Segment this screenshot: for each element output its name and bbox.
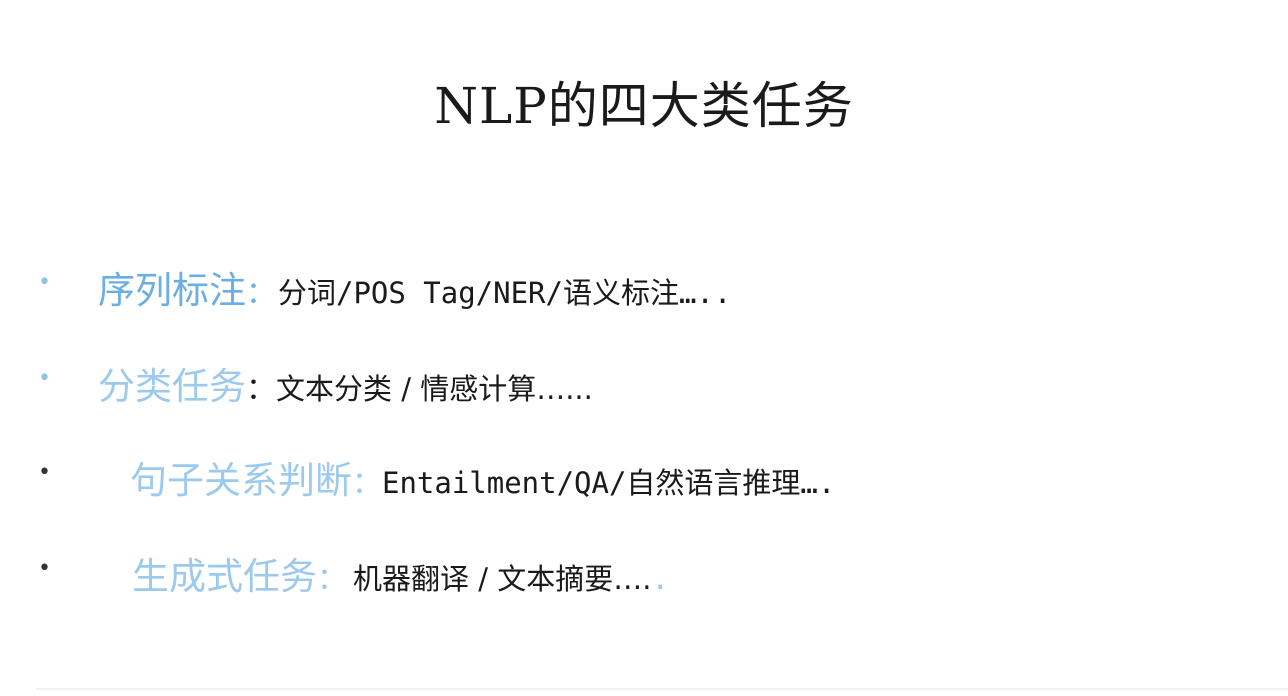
detail-trailing-dot: . bbox=[651, 562, 669, 596]
term-colon: ： bbox=[317, 562, 347, 597]
term-generation: 生成式任务 bbox=[132, 555, 317, 598]
term-sentence-relation: 句子关系判断 bbox=[130, 459, 352, 502]
term-colon: ： bbox=[246, 372, 276, 407]
bullet-4: • bbox=[38, 556, 51, 581]
detail-sentence-relation: Entailment/QA/自然语言推理…. bbox=[382, 466, 836, 500]
list-item: 生成式任务 ： 机器翻译 / 文本摘要…. . bbox=[132, 546, 669, 600]
detail-generation: 机器翻译 / 文本摘要…. bbox=[353, 562, 652, 596]
detail-classification: 文本分类 / 情感计算…... bbox=[276, 372, 593, 406]
term-classification: 分类任务 bbox=[98, 365, 246, 408]
term-colon: ： bbox=[352, 466, 382, 501]
slide: NLP的四大类任务 • 序列标注 ： 分词/POS Tag/NER/语义标注….… bbox=[0, 0, 1288, 696]
detail-sequence-labeling: 分词/POS Tag/NER/语义标注….. bbox=[278, 276, 732, 310]
list-item: 序列标注 ： 分词/POS Tag/NER/语义标注….. bbox=[98, 260, 731, 314]
term-colon: ： bbox=[246, 276, 276, 311]
bullet-2: • bbox=[38, 366, 51, 391]
list-item: 分类任务 ： 文本分类 / 情感计算…... bbox=[98, 356, 593, 410]
list-item: 句子关系判断 ： Entailment/QA/自然语言推理…. bbox=[130, 450, 835, 504]
slide-title: NLP的四大类任务 bbox=[434, 77, 854, 135]
bullet-3: • bbox=[38, 460, 51, 485]
term-sequence-labeling: 序列标注 bbox=[98, 269, 246, 312]
bullet-1: • bbox=[38, 270, 51, 295]
bottom-divider bbox=[36, 688, 1288, 690]
